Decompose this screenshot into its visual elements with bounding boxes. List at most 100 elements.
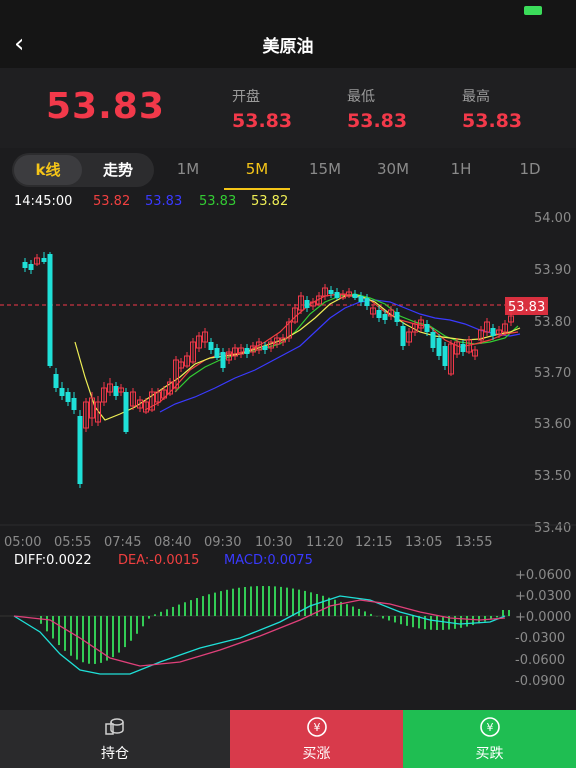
macd-bar xyxy=(310,592,312,616)
macd-bar xyxy=(502,610,504,616)
macd-bar xyxy=(466,616,468,627)
macd-bar xyxy=(76,616,78,660)
macd-bar xyxy=(280,586,282,616)
candle-body xyxy=(59,388,65,396)
time-tick: 05:00 xyxy=(4,535,41,550)
macd-bar xyxy=(70,616,72,656)
macd-bar xyxy=(136,616,138,634)
macd-bar xyxy=(394,616,396,623)
macd-bar xyxy=(352,606,354,616)
low-label: 最低 xyxy=(347,89,375,105)
macd-bar xyxy=(484,616,486,622)
battery-icon xyxy=(524,6,542,15)
macd-diff: DIFF:0.0022 xyxy=(14,553,92,568)
candle-body xyxy=(65,392,71,402)
macd-bar xyxy=(58,616,60,646)
candle-body xyxy=(304,300,310,308)
tab-15m[interactable]: 15M xyxy=(295,160,355,178)
tab-1m[interactable]: 1M xyxy=(158,160,218,178)
macd-bar xyxy=(214,592,216,616)
macd-bar xyxy=(232,588,234,616)
quote-panel: 53.83 开盘 53.83 最低 53.83 最高 53.83 xyxy=(0,68,576,148)
last-price: 53.83 xyxy=(46,86,165,127)
macd-bar xyxy=(118,616,120,653)
macd-bar xyxy=(166,609,168,616)
candle-body xyxy=(71,398,77,410)
macd-bar xyxy=(508,610,510,616)
macd-bar xyxy=(334,599,336,616)
tab-1h[interactable]: 1H xyxy=(431,160,491,178)
macd-bar xyxy=(406,616,408,626)
macd-bar xyxy=(184,602,186,616)
open-block: 开盘 53.83 xyxy=(232,86,292,132)
candle-body xyxy=(244,348,250,354)
macd-tick: -0.0600 xyxy=(515,653,565,668)
time-tick: 10:30 xyxy=(255,535,292,550)
time-tick: 13:05 xyxy=(405,535,442,550)
tab-kline[interactable]: k线 xyxy=(14,155,82,185)
macd-bar xyxy=(274,586,276,616)
macd-bar xyxy=(100,616,102,663)
macd-bar xyxy=(382,616,384,619)
macd-bar xyxy=(496,616,498,618)
macd-bar xyxy=(196,598,198,616)
candle-body xyxy=(442,346,448,366)
candle-body xyxy=(430,332,436,348)
mode-switch: k线 走势 xyxy=(12,153,154,187)
buy-down-button[interactable]: ¥ 买跌 xyxy=(403,710,576,768)
candle-body xyxy=(394,312,400,322)
candle-body xyxy=(41,258,47,262)
candle-body xyxy=(364,298,370,306)
tab-1d[interactable]: 1D xyxy=(500,160,560,178)
price-tick: 53.60 xyxy=(534,417,571,432)
open-label: 开盘 xyxy=(232,89,260,105)
candle-body xyxy=(436,338,442,356)
candle-body xyxy=(262,346,268,350)
macd-bar xyxy=(268,586,270,616)
svg-text:¥: ¥ xyxy=(486,721,493,734)
price-tick: 54.00 xyxy=(534,211,571,226)
macd-bar xyxy=(190,600,192,616)
buy-up-button[interactable]: ¥ 买涨 xyxy=(230,710,403,768)
high-value: 53.83 xyxy=(462,110,523,132)
hold-button[interactable]: 持仓 xyxy=(0,710,230,768)
tab-30m[interactable]: 30M xyxy=(363,160,423,178)
kline-chart[interactable]: 14:45:00 53.82 53.83 53.83 53.82 54.00 5… xyxy=(0,192,576,710)
macd-bar xyxy=(154,614,156,616)
candle-body xyxy=(53,374,59,388)
page-title: 美原油 xyxy=(262,37,314,57)
macd-bar xyxy=(250,586,252,616)
macd-bar xyxy=(262,586,264,616)
candle-body xyxy=(208,342,214,350)
candle-body xyxy=(47,254,53,366)
macd-bar xyxy=(238,587,240,616)
macd-bar xyxy=(304,590,306,616)
macd-bar xyxy=(94,616,96,664)
candle-body xyxy=(352,294,358,298)
low-block: 最低 53.83 xyxy=(347,86,407,132)
macd-bar xyxy=(160,611,162,616)
macd-tick: +0.0000 xyxy=(515,610,571,625)
price-tick: 53.40 xyxy=(534,521,571,536)
macd-bar xyxy=(400,616,402,625)
candle-body xyxy=(334,292,340,298)
macd-bar xyxy=(52,616,54,639)
candle-body xyxy=(400,326,406,346)
candle-body xyxy=(77,416,83,484)
candle-body xyxy=(490,328,496,336)
coins-icon xyxy=(105,718,124,735)
tab-5m[interactable]: 5M xyxy=(227,160,287,178)
buy-up-label: 买涨 xyxy=(302,746,331,762)
candle-body xyxy=(22,262,28,268)
price-tick: 53.50 xyxy=(534,469,571,484)
hold-label: 持仓 xyxy=(101,746,129,762)
svg-text:¥: ¥ xyxy=(313,721,320,734)
candle-body xyxy=(28,264,34,270)
macd-tick: +0.0600 xyxy=(515,568,571,583)
current-price-value: 53.83 xyxy=(508,300,545,315)
macd-bar xyxy=(370,613,372,616)
macd-bar xyxy=(130,616,132,641)
tab-trend[interactable]: 走势 xyxy=(84,155,152,185)
candle-body xyxy=(424,324,430,332)
active-tab-indicator xyxy=(224,188,290,190)
